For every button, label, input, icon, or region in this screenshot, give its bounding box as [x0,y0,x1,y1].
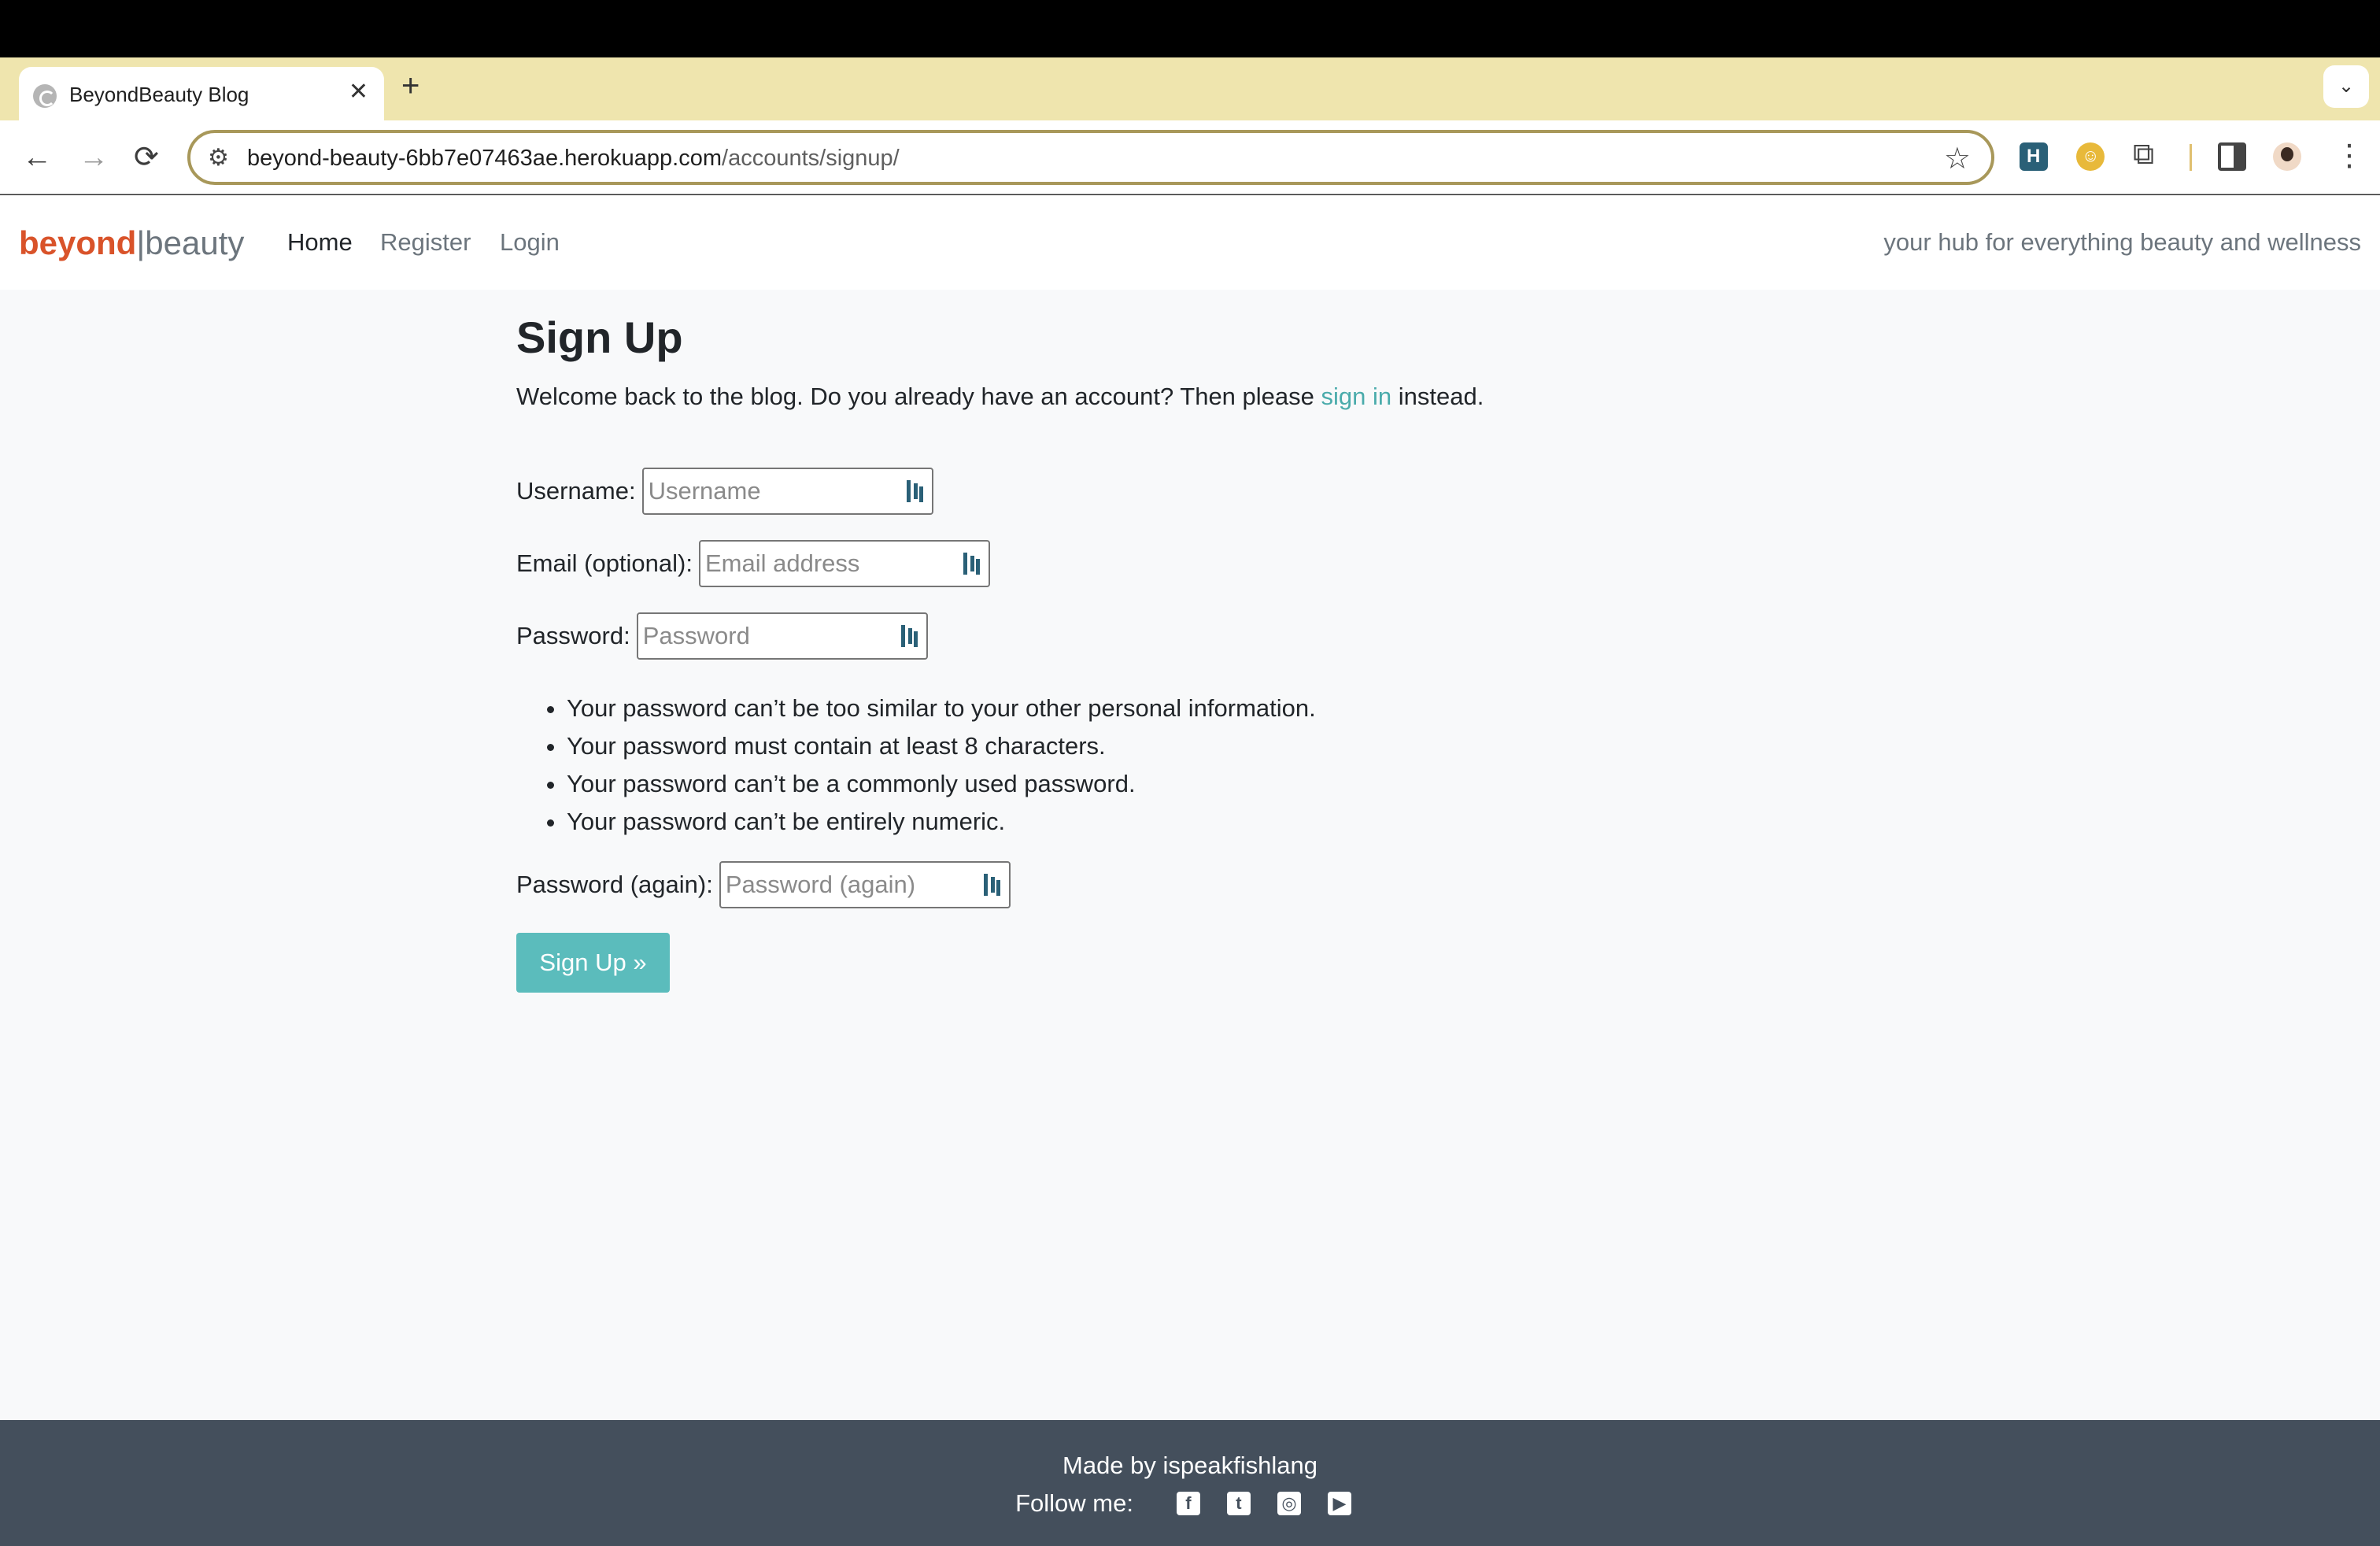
password-manager-extension-icon[interactable] [2020,142,2048,171]
password-manager-icon[interactable] [900,625,918,647]
list-item: Your password can’t be a commonly used p… [567,765,1316,803]
password-manager-icon[interactable] [963,553,981,575]
password-again-label: Password (again): [516,871,713,898]
brand-part1: beyond [19,224,137,261]
address-bar[interactable]: ⚙ beyond-beauty-6bb7e07463ae.herokuapp.c… [187,130,1994,185]
password-manager-icon[interactable] [906,480,924,502]
footer-social: Follow me: f t ◎ ▶ [0,1489,2380,1518]
web-page: beyond|beauty Home Register Login your h… [0,195,2380,1546]
brand-part2: beauty [145,224,245,261]
list-item: Your password must contain at least 8 ch… [567,727,1316,765]
password-again-input[interactable] [719,861,1011,908]
email-label: Email (optional): [516,549,693,577]
facebook-icon[interactable]: f [1176,1492,1200,1515]
password-input[interactable] [636,612,928,660]
email-input-wrap [698,540,990,587]
sign-in-link[interactable]: sign in [1321,383,1392,410]
email-row: Email (optional): [516,540,990,587]
sign-up-button[interactable]: Sign Up » [516,933,670,993]
new-tab-button[interactable]: + [401,68,419,104]
close-icon[interactable]: ✕ [349,78,368,105]
brand-separator: | [136,224,146,261]
tab-title: BeyondBeauty Blog [69,83,249,106]
email-input[interactable] [698,540,990,587]
instagram-icon[interactable]: ◎ [1277,1492,1301,1515]
username-row: Username: [516,468,933,515]
extensions-puzzle-icon[interactable]: ⧉ [2133,138,2161,171]
page-title: Sign Up [516,313,683,362]
password-input-wrap [636,612,928,660]
side-panel-icon[interactable] [2218,142,2246,171]
forward-button[interactable]: → [79,139,109,176]
back-button[interactable]: ← [22,139,52,176]
password-again-input-wrap [719,861,1011,908]
twitter-icon[interactable]: t [1226,1492,1251,1515]
intro-after: instead. [1391,383,1484,410]
url-host: beyond-beauty-6bb7e07463ae.herokuapp.com [247,146,722,171]
footer-credit: Made by ispeakfishlang [1062,1452,1318,1479]
username-input[interactable] [641,468,933,515]
profile-avatar[interactable] [2273,142,2301,171]
browser-menu-icon[interactable]: ⋮ [2334,138,2364,172]
browser-toolbar: ← → ⟳ ⚙ beyond-beauty-6bb7e07463ae.herok… [0,120,2380,194]
site-navbar: beyond|beauty Home Register Login your h… [0,195,2380,290]
youtube-icon[interactable]: ▶ [1327,1492,1351,1515]
browser-tab[interactable]: BeyondBeauty Blog ✕ [19,67,384,120]
url-path: /accounts/signup/ [722,146,900,171]
username-input-wrap [641,468,933,515]
url-text: beyond-beauty-6bb7e07463ae.herokuapp.com… [247,146,900,172]
password-manager-icon[interactable] [983,874,1001,896]
browser-tabstrip: BeyondBeauty Blog ✕ + ⌄ [0,57,2380,120]
username-label: Username: [516,477,636,505]
list-item: Your password can’t be entirely numeric. [567,803,1316,841]
intro-before: Welcome back to the blog. Do you already… [516,383,1321,410]
site-tagline: your hub for everything beauty and welln… [1883,228,2361,256]
reload-button[interactable]: ⟳ [134,139,159,176]
globe-icon [33,84,57,108]
password-again-row: Password (again): [516,861,1011,908]
emoji-extension-icon[interactable] [2076,142,2105,171]
brand-logo[interactable]: beyond|beauty [19,224,244,263]
password-label: Password: [516,622,630,649]
password-rules-list: Your password can’t be too similar to yo… [567,690,1316,841]
site-info-icon[interactable]: ⚙ [208,144,229,172]
intro-text: Welcome back to the blog. Do you already… [516,383,1484,411]
list-item: Your password can’t be too similar to yo… [567,690,1316,727]
password-row: Password: [516,612,928,660]
site-footer: Made by ispeakfishlang Follow me: f t ◎ … [0,1420,2380,1546]
bookmark-star-icon[interactable]: ☆ [1944,141,1971,176]
nav-register-link[interactable]: Register [380,228,471,257]
tab-search-button[interactable]: ⌄ [2323,65,2369,108]
nav-home-link[interactable]: Home [287,228,353,257]
nav-login-link[interactable]: Login [500,228,560,257]
toolbar-divider [2190,144,2192,171]
follow-label: Follow me: [1015,1489,1133,1517]
